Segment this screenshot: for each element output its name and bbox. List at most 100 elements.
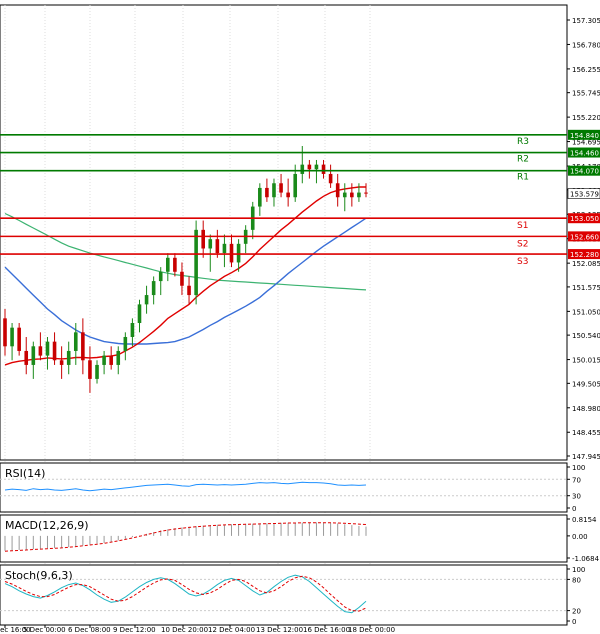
candle-body (59, 360, 64, 365)
candle-body (38, 346, 43, 356)
candle-body (265, 187, 269, 198)
candle-body (137, 304, 142, 324)
candle-body (116, 350, 121, 365)
candle-body (258, 187, 262, 207)
candle-body (229, 243, 234, 263)
y-tick-label: 0 (572, 505, 576, 513)
level-tag-label: 152.660 (570, 233, 599, 241)
candle-body (3, 318, 7, 347)
level-name-r2: R2 (517, 155, 529, 165)
y-tick-label: 148.980 (572, 405, 600, 413)
current-price-label: 153.579 (570, 191, 599, 199)
candle-body (201, 229, 205, 249)
candle-body (342, 192, 347, 198)
candle-body (357, 192, 361, 198)
y-tick-label: 149.505 (572, 380, 600, 388)
candle-body (300, 164, 305, 174)
candle-body (52, 341, 57, 361)
candle-body (144, 295, 149, 305)
candle-body (286, 192, 290, 198)
candle-body (279, 183, 283, 193)
y-tick-label: 150.540 (572, 332, 600, 340)
candle-body (109, 355, 113, 365)
level-name-r1: R1 (517, 173, 529, 183)
x-tick-label: 16 Dec 16:00 (303, 626, 350, 634)
y-tick-label: 151.575 (572, 284, 600, 292)
stoch-pane (0, 564, 568, 626)
candle-body (208, 239, 213, 249)
level-name-r3: R3 (517, 137, 529, 147)
y-tick-label: 100 (572, 566, 585, 574)
y-tick-label: 0.8154 (572, 516, 597, 524)
candle-body (151, 281, 156, 296)
candle-body (272, 183, 276, 198)
y-tick-label: 151.050 (572, 308, 600, 316)
price-pane (0, 4, 568, 461)
y-tick-label: 156.780 (572, 41, 600, 49)
y-tick-label: 147.945 (572, 453, 600, 461)
candle-body (102, 355, 106, 365)
candle-body (293, 173, 298, 198)
level-name-s3: S3 (517, 257, 528, 267)
level-tag-label: 153.050 (570, 215, 599, 223)
y-tick-label: 152.085 (572, 260, 600, 268)
candle-body (123, 336, 128, 351)
y-tick-label: 155.220 (572, 114, 600, 122)
macd-pane-title: MACD(12,26,9) (5, 519, 89, 532)
candle-body (180, 271, 184, 286)
candle-body (364, 192, 368, 194)
candle-body (222, 243, 227, 254)
candle-body (187, 285, 191, 296)
candle-body (173, 257, 177, 272)
candle-body (158, 271, 163, 282)
candle-body (328, 173, 333, 184)
candle-body (215, 239, 220, 254)
candle-body (24, 350, 29, 365)
candle-body (335, 183, 340, 198)
y-tick-label: 155.745 (572, 90, 600, 98)
candle-body (45, 341, 50, 356)
y-tick-label: 0 (572, 618, 576, 626)
y-tick-label: 20 (572, 608, 581, 616)
y-tick-label: 70 (572, 476, 581, 484)
trading-chart: 157.305156.780156.255155.745155.220154.6… (0, 4, 600, 634)
candle-body (307, 164, 312, 170)
y-tick-label: 150.015 (572, 357, 600, 365)
candle-body (321, 164, 326, 174)
y-tick-label: 157.305 (572, 17, 600, 25)
y-tick-label: -1.0684 (572, 555, 600, 563)
rsi-pane-title: RSI(14) (5, 467, 45, 480)
candle-body (66, 350, 71, 365)
candle-body (73, 332, 78, 351)
level-name-s1: S1 (517, 221, 528, 231)
x-tick-label: 5 Dec 00:00 (23, 626, 66, 634)
candle-body (314, 164, 319, 170)
candle-body (10, 327, 14, 347)
level-tag-label: 154.070 (570, 168, 599, 176)
x-tick-label: 9 Dec 12:00 (113, 626, 156, 634)
x-tick-label: 13 Dec 12:00 (256, 626, 303, 634)
y-tick-label: 80 (572, 576, 581, 584)
candle-body (95, 364, 99, 379)
level-name-s2: S2 (517, 239, 528, 249)
candle-body (130, 323, 135, 337)
y-tick-label: 30 (572, 493, 581, 501)
y-tick-label: 0.00 (572, 533, 588, 541)
candle-body (17, 327, 21, 351)
y-tick-label: 156.255 (572, 66, 600, 74)
level-tag-label: 152.280 (570, 251, 599, 259)
rsi-pane (0, 462, 568, 513)
x-tick-label: 10 Dec 20:00 (161, 626, 208, 634)
candle-body (236, 243, 241, 263)
candle-body (81, 332, 85, 361)
y-tick-label: 148.455 (572, 429, 600, 437)
x-tick-label: 6 Dec 08:00 (68, 626, 111, 634)
candle-body (166, 257, 170, 272)
candle-body (88, 360, 92, 379)
candle-body (194, 229, 198, 296)
level-tag-label: 154.460 (570, 150, 599, 158)
stoch-pane-title: Stoch(9,6,3) (5, 569, 73, 582)
level-tag-label: 154.840 (570, 132, 599, 140)
candle-body (350, 192, 354, 198)
y-tick-label: 100 (572, 464, 585, 472)
